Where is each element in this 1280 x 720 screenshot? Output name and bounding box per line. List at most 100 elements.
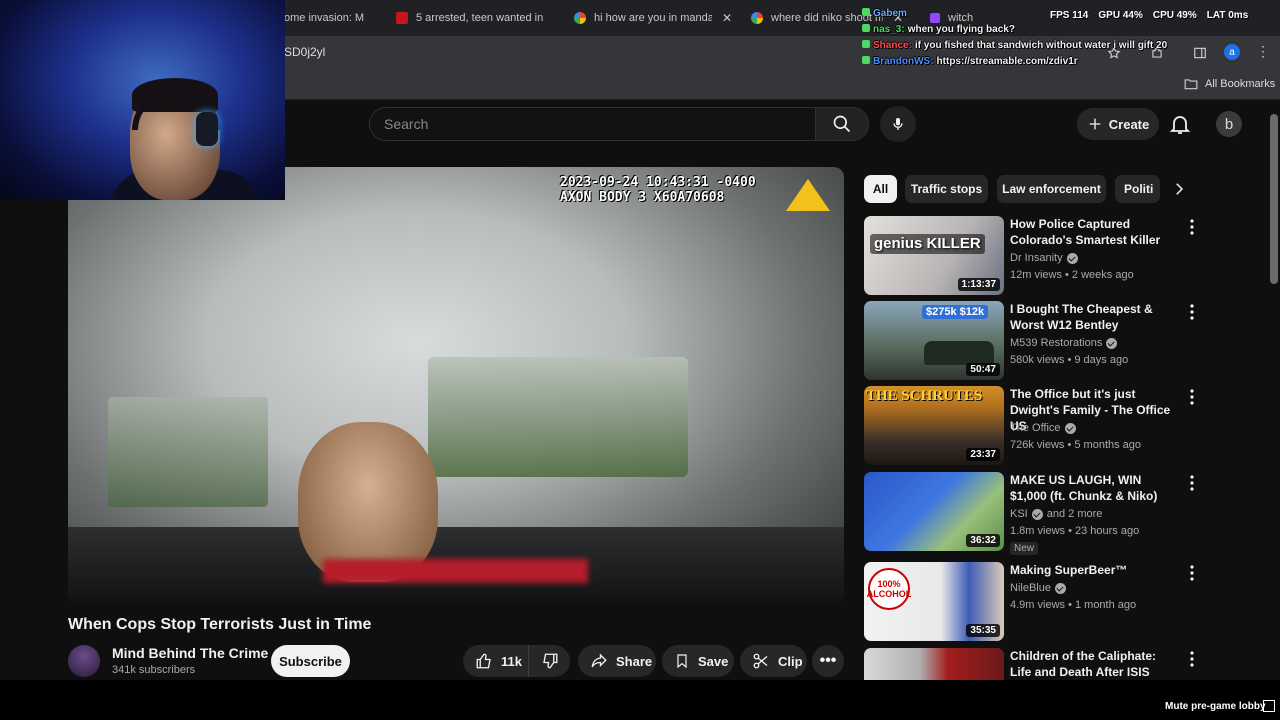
close-tab-icon[interactable]: ✕ [553,11,554,25]
clip-button[interactable]: Clip [740,645,807,677]
video-duration: 1:13:37 [957,278,1000,291]
chevron-right-icon[interactable] [1170,179,1188,199]
video-title[interactable]: Children of the Caliphate: Life and Deat… [1010,648,1180,680]
fps-value: 114 [1072,10,1089,21]
video-duration: 35:35 [966,624,1000,637]
channel-line[interactable]: NileBlue [1010,582,1066,594]
badge-icon [862,24,870,32]
menu-kebab-icon[interactable]: ⋮ [1256,43,1270,60]
favicon-icon [396,12,408,24]
scrollbar-thumb[interactable] [1270,114,1278,284]
sidepanel-icon[interactable] [1193,46,1207,60]
browser-tab[interactable]: ome invasion: M✕ [284,6,374,30]
mute-lobby-label: Mute pre-game lobby [1165,701,1266,712]
close-tab-icon[interactable]: ✕ [722,11,732,25]
bodycam-timestamp: 2023-09-24 10:43:31 -0400 AXON BODY 3 X6… [560,175,756,205]
profile-avatar[interactable]: a [1224,44,1240,60]
tab-label: hi how are you in mandarin [594,12,712,24]
verified-icon [1106,337,1118,349]
chat-username: Gabem [873,8,907,19]
browser-tab[interactable]: hi how are you in mandarin ✕ [574,6,734,30]
channel-name[interactable]: Mind Behind The Crime [112,645,268,661]
recommended-video[interactable]: 100% ALCOHOL 35:35 Making SuperBeer™ Nil… [864,562,1204,642]
video-thumbnail[interactable]: 36:32 [864,472,1004,551]
thumbs-down-icon [543,653,558,669]
browser-tab[interactable]: 5 arrested, teen wanted in ✕ [396,6,554,30]
verified-icon [1066,252,1078,264]
channel-name: The Office [1010,422,1061,434]
notifications-bell-icon[interactable] [1168,112,1192,136]
create-label: Create [1108,116,1150,132]
badge-icon [862,8,870,16]
more-actions-button[interactable]: ••• [812,645,844,677]
share-button[interactable]: Share [578,645,656,677]
tab-label: ome invasion: M [284,12,365,24]
save-button[interactable]: Save [662,645,734,677]
more-vertical-icon[interactable] [1188,650,1196,668]
more-vertical-icon[interactable] [1188,218,1196,236]
microphone-icon [893,118,903,130]
video-duration: 50:47 [966,363,1000,376]
recommended-video[interactable]: genius KILLER 1:13:37 How Police Capture… [864,216,1204,296]
more-horizontal-icon: ••• [819,652,837,669]
more-vertical-icon[interactable] [1188,303,1196,321]
search-input[interactable]: Search [369,107,816,141]
video-thumbnail[interactable]: genius KILLER 1:13:37 [864,216,1004,295]
voice-search-button[interactable] [880,106,916,142]
lat-value: 0ms [1228,10,1249,21]
recommended-video[interactable]: Children of the Caliphate: Life and Deat… [864,648,1204,680]
cpu-readout: CPU 49% [1153,10,1197,21]
search-button[interactable] [815,107,869,141]
video-title: When Cops Stop Terrorists Just in Time [68,616,372,633]
video-title[interactable]: I Bought The Cheapest & Worst W12 Bentle… [1010,301,1180,333]
more-vertical-icon[interactable] [1188,388,1196,406]
like-button[interactable]: 11k [463,645,528,677]
video-thumbnail[interactable] [864,648,1004,680]
channel-line[interactable]: The Office [1010,422,1076,434]
more-vertical-icon[interactable] [1188,564,1196,582]
chat-message: BrandonWS: https://streamable.com/zdiv1r [862,54,1132,70]
chip-politics[interactable]: Politi [1115,175,1160,203]
verified-icon [1064,422,1076,434]
chip-traffic-stops[interactable]: Traffic stops [905,175,988,203]
video-thumbnail[interactable]: $275k $12k 50:47 [864,301,1004,380]
redaction-bar [323,559,588,583]
video-player[interactable]: 2023-09-24 10:43:31 -0400 AXON BODY 3 X6… [68,167,844,603]
all-bookmarks-link[interactable]: All Bookmarks [1205,78,1275,90]
create-button[interactable]: Create [1077,108,1159,140]
google-icon [751,12,763,24]
thumbnail-text: $275k $12k [922,305,989,319]
channel-line[interactable]: KSI and 2 more [1010,508,1102,520]
channel-line[interactable]: M539 Restorations [1010,337,1118,349]
dislike-button[interactable] [528,645,570,677]
cpu-label: CPU [1152,10,1174,21]
timestamp-line: 2023-09-24 10:43:31 -0400 [560,175,756,190]
video-meta: 580k views • 9 days ago [1010,354,1129,366]
chip-law-enforcement[interactable]: Law enforcement [997,175,1106,203]
channel-line[interactable]: Dr Insanity [1010,252,1078,264]
search-icon [833,115,851,133]
video-meta: 4.9m views • 1 month ago [1010,599,1137,611]
car-window-scene [428,357,688,477]
account-avatar[interactable]: b [1216,111,1242,137]
url-text[interactable]: SD0j2yl [284,45,325,59]
scissors-icon [753,653,768,669]
more-vertical-icon[interactable] [1188,474,1196,492]
video-title[interactable]: MAKE US LAUGH, WIN $1,000 (ft. Chunkz & … [1010,472,1180,504]
video-title[interactable]: How Police Captured Colorado's Smartest … [1010,216,1180,248]
video-title[interactable]: Making SuperBeer™ [1010,562,1180,578]
channel-avatar[interactable] [68,645,100,677]
video-meta: 726k views • 5 months ago [1010,439,1142,451]
recommended-video[interactable]: $275k $12k 50:47 I Bought The Cheapest &… [864,301,1204,381]
recommended-video[interactable]: THE SCHRUTES 23:37 The Office but it's j… [864,386,1204,466]
video-thumbnail[interactable]: 100% ALCOHOL 35:35 [864,562,1004,641]
suspect-face [298,422,438,582]
mute-lobby-checkbox[interactable] [1263,700,1275,712]
recommended-video[interactable]: 36:32 MAKE US LAUGH, WIN $1,000 (ft. Chu… [864,472,1204,562]
subscribe-button[interactable]: Subscribe [271,645,350,677]
thumbnail-text: THE SCHRUTES [866,388,983,404]
chip-all[interactable]: All [864,175,897,203]
channel-name: NileBlue [1010,582,1051,594]
chat-message: Shance: if you fished that sandwich witho… [862,38,1167,54]
video-thumbnail[interactable]: THE SCHRUTES 23:37 [864,386,1004,465]
